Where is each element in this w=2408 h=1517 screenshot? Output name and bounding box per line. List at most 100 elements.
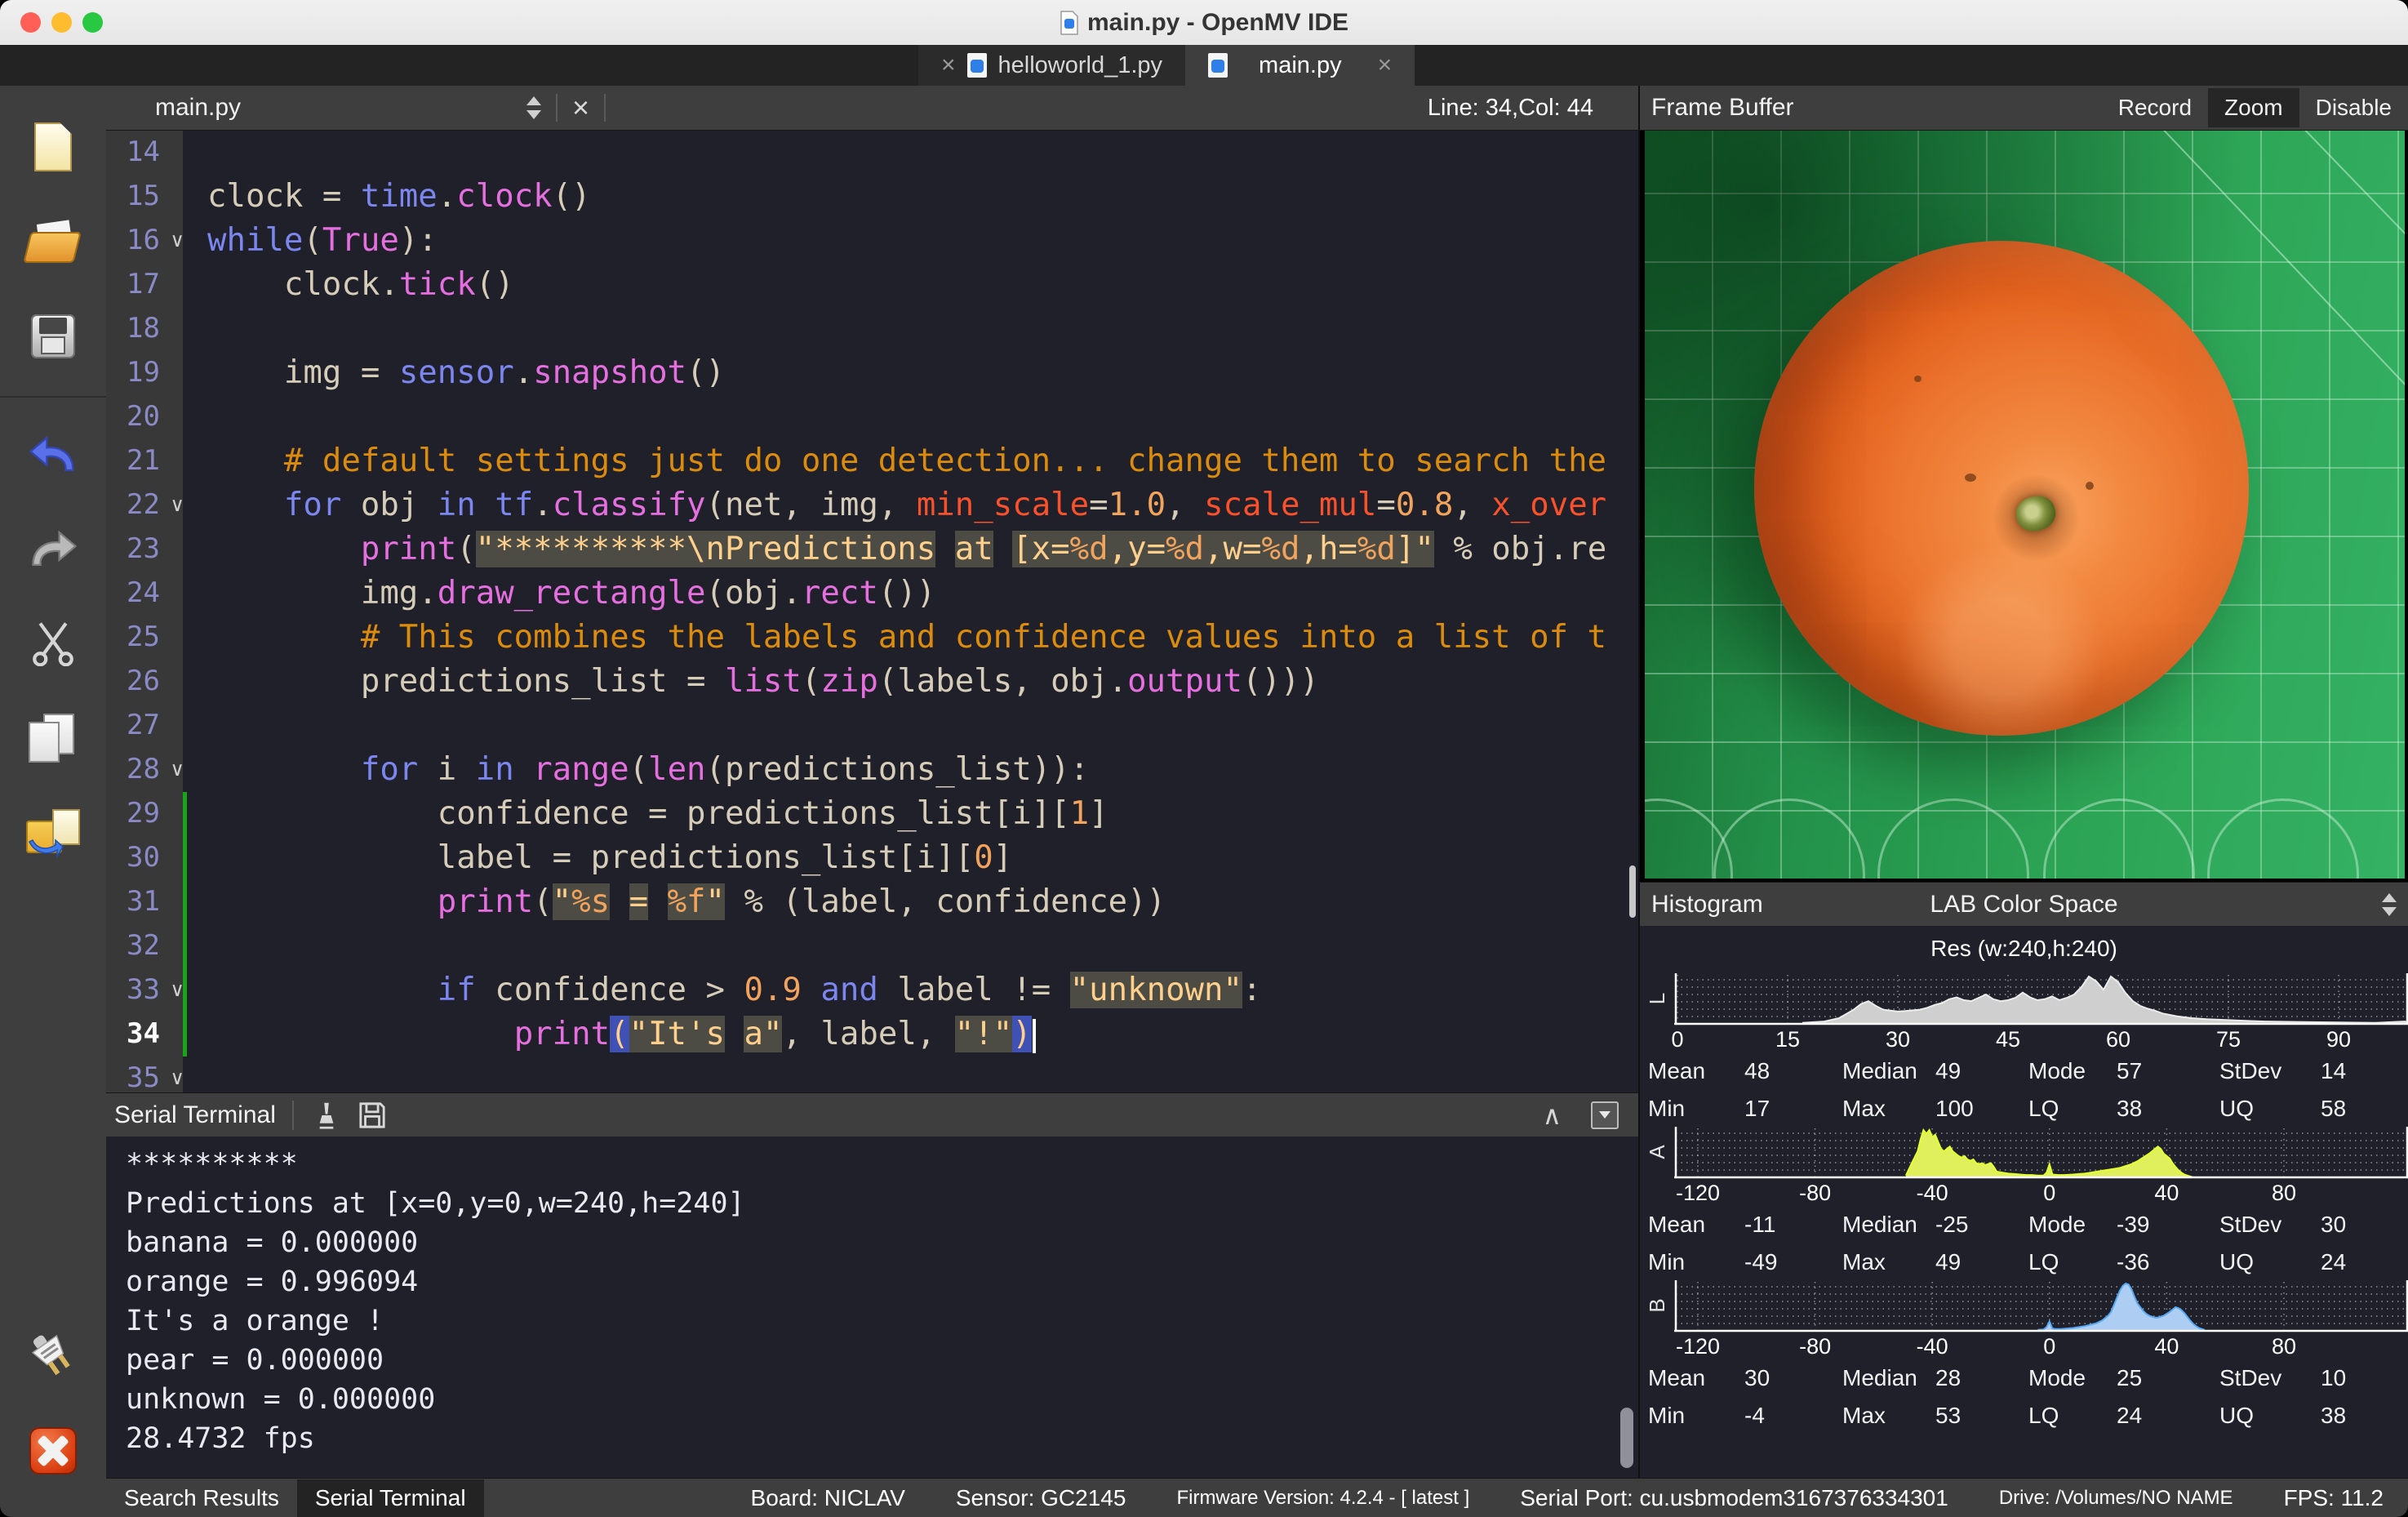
gutter-row: 28∨ <box>106 748 183 792</box>
gutter-row: 22∨ <box>106 483 183 527</box>
gutter-row: 26 <box>106 660 183 704</box>
clear-terminal-button[interactable] <box>310 1099 343 1132</box>
stat-value: 14 <box>2321 1058 2408 1084</box>
stat-value: 30 <box>2321 1212 2408 1238</box>
stat-label: Max <box>1842 1249 1935 1275</box>
stat-value: 17 <box>1744 1096 1842 1122</box>
stat-value: 57 <box>2117 1058 2219 1084</box>
stat-value: -39 <box>2117 1212 2219 1238</box>
document-close-icon[interactable]: × <box>572 91 589 125</box>
record-button[interactable]: Record <box>2102 88 2208 127</box>
gutter-row: 32 <box>106 924 183 968</box>
save-file-button[interactable] <box>24 308 82 365</box>
axis-tick-label: 0 <box>1645 1027 1710 1052</box>
axis-tick-label: -40 <box>1899 1334 1965 1359</box>
copy-button[interactable] <box>24 710 82 767</box>
axis-tick-label: 40 <box>2134 1181 2199 1206</box>
code-editor[interactable]: 141516∨171819202122∨232425262728∨2930313… <box>106 131 1638 1092</box>
code-line: # This combines the labels and confidenc… <box>183 616 1638 660</box>
frame-buffer-view[interactable] <box>1638 131 2408 882</box>
terminal-line: pear = 0.000000 <box>126 1341 1638 1380</box>
gutter-row: 25 <box>106 616 183 660</box>
serial-terminal-output[interactable]: **********Predictions at [x=0,y=0,w=240,… <box>106 1137 1638 1478</box>
traffic-minimize-button[interactable] <box>51 12 72 33</box>
open-file-button[interactable] <box>24 213 82 270</box>
save-floppy-icon <box>31 314 75 358</box>
axis-tick-label: 40 <box>2134 1334 2199 1359</box>
gutter-row: 14 <box>106 131 183 175</box>
code-line: # default settings just do one detection… <box>183 439 1638 483</box>
stat-label: Min <box>1648 1096 1744 1122</box>
code-line: label = predictions_list[i][0] <box>183 836 1638 880</box>
code-line: clock.tick() <box>183 263 1638 307</box>
connect-button[interactable] <box>24 1328 82 1385</box>
zoom-button[interactable]: Zoom <box>2208 88 2299 127</box>
histogram-channel-A: A-120-80-4004080Mean-11Median-25Mode-39S… <box>1640 1125 2408 1275</box>
save-log-icon <box>358 1101 386 1129</box>
color-space-spinner-icon[interactable] <box>2382 893 2397 916</box>
undo-icon <box>28 433 78 475</box>
disable-button[interactable]: Disable <box>2299 88 2408 127</box>
status-item: Board: NICLAV <box>751 1485 905 1511</box>
traffic-close-button[interactable] <box>20 12 41 33</box>
stat-value: 30 <box>1744 1365 1842 1391</box>
stop-button[interactable] <box>24 1422 82 1479</box>
axis-tick-label: -120 <box>1665 1334 1730 1359</box>
tab-close-icon[interactable]: × <box>941 51 956 79</box>
stat-value: -25 <box>1935 1212 2028 1238</box>
editor-header: main.py × Line: 34,Col: 44 <box>106 86 1638 131</box>
redo-button[interactable] <box>24 520 82 577</box>
gutter-row: 34 <box>106 1012 183 1057</box>
status-item: Firmware Version: 4.2.4 - [ latest ] <box>1176 1487 1469 1510</box>
channel-label: A <box>1638 1135 1684 1169</box>
terminal-line: 28.4732 fps <box>126 1419 1638 1458</box>
code-line <box>183 131 1638 175</box>
camera-frame-orange-on-mat <box>1645 131 2405 879</box>
editor-scrollbar[interactable] <box>1629 865 1636 918</box>
status-item: Serial Port: cu.usbmodem3167376334301 <box>1520 1485 1948 1511</box>
code-line: img = sensor.snapshot() <box>183 351 1638 395</box>
tab-label: helloworld_1.py <box>998 52 1163 79</box>
color-space-select[interactable]: LAB Color Space <box>1930 891 2117 919</box>
histogram-channel-B: B-120-80-4004080Mean30Median28Mode25StDe… <box>1640 1279 2408 1429</box>
status-item: Sensor: GC2145 <box>956 1485 1126 1511</box>
status-bar: Search Results Serial Terminal Board: NI… <box>106 1478 2408 1517</box>
openmv-ide-window: main.py - OpenMV IDE × helloworld_1.py m… <box>0 0 2408 1517</box>
stat-label: LQ <box>2028 1249 2117 1275</box>
stat-label: LQ <box>2028 1096 2117 1122</box>
code-line <box>183 307 1638 351</box>
new-file-button[interactable] <box>24 118 82 176</box>
terminal-line: ********** <box>126 1145 1638 1184</box>
terminal-line: It's a orange ! <box>126 1301 1638 1341</box>
paste-button[interactable] <box>24 804 82 861</box>
document-spinner-icon[interactable] <box>526 96 541 119</box>
stat-value: 10 <box>2321 1365 2408 1391</box>
stat-label: Max <box>1842 1096 1935 1122</box>
terminal-scrollbar[interactable] <box>1620 1408 1633 1468</box>
python-file-icon <box>967 53 987 78</box>
tab-close-icon[interactable]: × <box>1378 51 1393 79</box>
code-line: if confidence > 0.9 and label != "unknow… <box>183 968 1638 1012</box>
stat-label: Mode <box>2028 1212 2117 1238</box>
undo-button[interactable] <box>24 425 82 483</box>
cut-scissors-icon <box>29 621 78 666</box>
popout-terminal-icon[interactable] <box>1591 1101 1619 1129</box>
gutter-row: 21 <box>106 439 183 483</box>
collapse-terminal-icon[interactable]: ∧ <box>1543 1100 1562 1131</box>
axis-tick-label: 75 <box>2196 1027 2261 1052</box>
search-results-tab[interactable]: Search Results <box>106 1479 297 1517</box>
open-document-selector[interactable]: main.py <box>155 94 241 122</box>
paste-icon <box>26 809 80 856</box>
gutter-row: 20 <box>106 395 183 439</box>
gutter-row: 24 <box>106 572 183 616</box>
tab-helloworld[interactable]: × helloworld_1.py <box>918 45 1185 86</box>
tab-main[interactable]: main.py × <box>1185 45 1415 86</box>
cut-button[interactable] <box>24 615 82 672</box>
serial-terminal-tab[interactable]: Serial Terminal <box>297 1479 484 1517</box>
code-line: img.draw_rectangle(obj.rect()) <box>183 572 1638 616</box>
save-log-button[interactable] <box>356 1099 389 1132</box>
code-line <box>183 395 1638 439</box>
axis-tick-label: -40 <box>1899 1181 1965 1206</box>
traffic-zoom-button[interactable] <box>82 12 103 33</box>
code-line: print("**********\nPredictions at [x=%d,… <box>183 527 1638 572</box>
